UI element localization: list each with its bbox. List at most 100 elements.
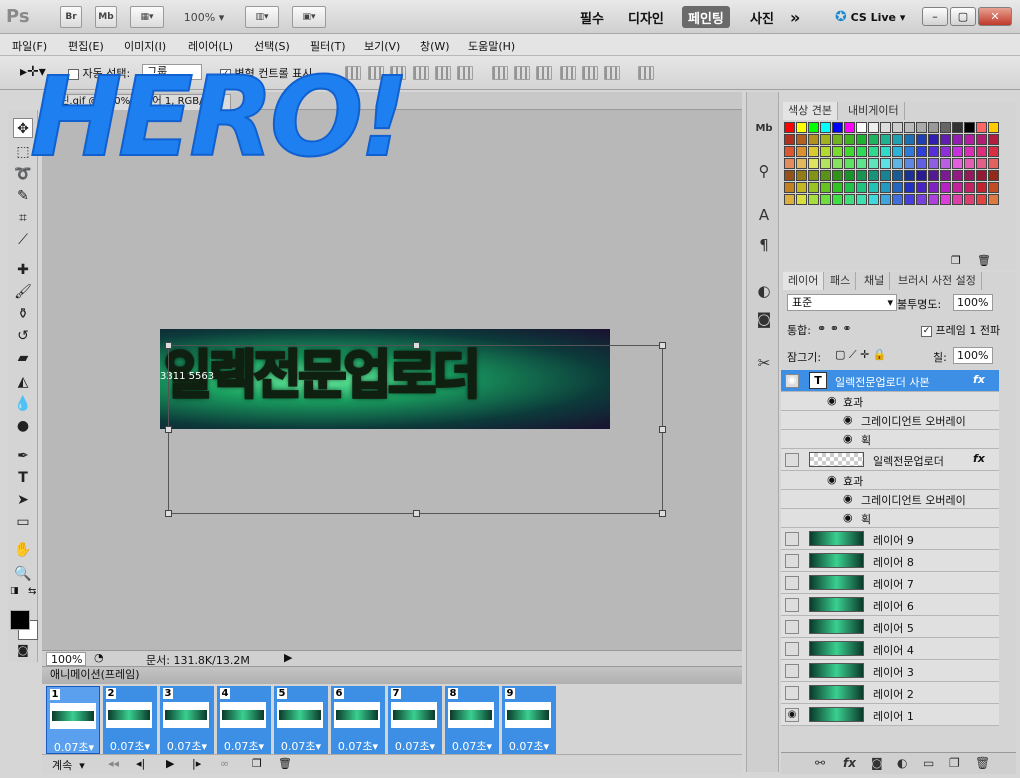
- swatch[interactable]: [868, 146, 879, 157]
- swatch[interactable]: [940, 134, 951, 145]
- swatch[interactable]: [904, 182, 915, 193]
- menu-filter[interactable]: 필터(T): [310, 38, 346, 54]
- swatch[interactable]: [796, 134, 807, 145]
- swatch[interactable]: [856, 182, 867, 193]
- swatch[interactable]: [964, 134, 975, 145]
- layer-style-icon[interactable]: fx: [843, 756, 856, 770]
- swatch[interactable]: [856, 194, 867, 205]
- propagate-frame-checkbox[interactable]: ✓ 프레임 1 전파: [921, 322, 1000, 338]
- swatch[interactable]: [952, 158, 963, 169]
- swatch[interactable]: [976, 134, 987, 145]
- crop-tool-icon[interactable]: ⌗: [13, 208, 33, 228]
- swatch[interactable]: [952, 122, 963, 133]
- distribute-hcenter-icon[interactable]: [582, 66, 598, 80]
- swatch[interactable]: [820, 122, 831, 133]
- swatch[interactable]: [856, 158, 867, 169]
- layer-row[interactable]: 레이어 6: [781, 594, 999, 616]
- menu-layer[interactable]: 레이어(L): [188, 38, 233, 54]
- effect-visibility-icon[interactable]: ◉: [843, 511, 853, 524]
- swatch[interactable]: [892, 122, 903, 133]
- swatch[interactable]: [820, 182, 831, 193]
- layer-fx-icon[interactable]: fx: [973, 373, 985, 386]
- swatch[interactable]: [868, 194, 879, 205]
- swatch[interactable]: [964, 170, 975, 181]
- swatch[interactable]: [940, 170, 951, 181]
- bridge-button[interactable]: Br: [60, 6, 82, 28]
- swatch[interactable]: [988, 146, 999, 157]
- distribute-top-icon[interactable]: [492, 66, 508, 80]
- swatch[interactable]: [952, 146, 963, 157]
- menu-file[interactable]: 파일(F): [12, 38, 47, 54]
- swatch[interactable]: [952, 194, 963, 205]
- screen-mode-button[interactable]: ▣▾: [292, 6, 326, 28]
- tab-swatches[interactable]: 색상 견본: [783, 102, 838, 120]
- swatch[interactable]: [988, 182, 999, 193]
- frame-delay[interactable]: 0.07초▾: [445, 738, 499, 754]
- menu-help[interactable]: 도움말(H): [468, 38, 515, 54]
- link-layers-icon[interactable]: ⚯: [815, 756, 825, 770]
- layer-row[interactable]: 레이어 2: [781, 682, 999, 704]
- effect-visibility-icon[interactable]: ◉: [843, 413, 853, 426]
- swatch[interactable]: [880, 122, 891, 133]
- swatch[interactable]: [844, 170, 855, 181]
- frame-delay[interactable]: 0.07초▾: [103, 738, 157, 754]
- swatch[interactable]: [928, 146, 939, 157]
- swatch[interactable]: [964, 194, 975, 205]
- maximize-button[interactable]: ▢: [950, 7, 976, 26]
- rectangle-tool-icon[interactable]: ▭: [13, 512, 33, 532]
- swatch[interactable]: [868, 182, 879, 193]
- swatch[interactable]: [976, 182, 987, 193]
- swatch[interactable]: [796, 146, 807, 157]
- swatch[interactable]: [868, 158, 879, 169]
- minimize-button[interactable]: –: [922, 7, 948, 26]
- swatch[interactable]: [952, 182, 963, 193]
- swatch[interactable]: [964, 158, 975, 169]
- swatch[interactable]: [808, 182, 819, 193]
- layer-effect-item[interactable]: 획 ◉: [781, 509, 999, 528]
- adjustment-layer-icon[interactable]: ◐: [897, 756, 907, 770]
- frame-delay[interactable]: 0.07초▾: [502, 738, 556, 754]
- view-extras-button[interactable]: ▦▾: [130, 6, 164, 28]
- visibility-eye-icon[interactable]: [785, 576, 799, 590]
- swatch[interactable]: [976, 194, 987, 205]
- animation-frame[interactable]: 4 0.07초▾: [217, 686, 271, 754]
- type-tool-icon[interactable]: T: [13, 468, 33, 488]
- first-frame-icon[interactable]: ◂◂: [108, 757, 119, 770]
- auto-align-layers-icon[interactable]: [638, 66, 654, 80]
- workspace-design[interactable]: 디자인: [628, 6, 664, 28]
- transform-handle[interactable]: [659, 426, 666, 433]
- swatch[interactable]: [976, 170, 987, 181]
- swatch[interactable]: [820, 146, 831, 157]
- swatch[interactable]: [868, 170, 879, 181]
- swatch[interactable]: [880, 146, 891, 157]
- blur-tool-icon[interactable]: 💧: [13, 394, 33, 414]
- swatch[interactable]: [928, 122, 939, 133]
- layer-effect-item[interactable]: 그레이디언트 오버레이 ◉: [781, 411, 999, 430]
- layer-row[interactable]: 레이어 4: [781, 638, 999, 660]
- foreground-color-swatch[interactable]: [10, 610, 30, 630]
- clone-stamp-tool-icon[interactable]: ⚱: [13, 304, 33, 324]
- visibility-eye-icon[interactable]: [785, 554, 799, 568]
- swatch[interactable]: [880, 194, 891, 205]
- new-swatch-icon[interactable]: ❐: [951, 254, 961, 267]
- layer-row[interactable]: 레이어 8: [781, 550, 999, 572]
- next-frame-icon[interactable]: |▸: [192, 757, 201, 770]
- swatch[interactable]: [796, 194, 807, 205]
- swatch[interactable]: [964, 182, 975, 193]
- swatch[interactable]: [868, 122, 879, 133]
- swatch[interactable]: [904, 194, 915, 205]
- tab-navigator[interactable]: 내비게이터: [843, 102, 905, 120]
- animation-frame[interactable]: 7 0.07초▾: [388, 686, 442, 754]
- character-icon[interactable]: A: [753, 204, 775, 226]
- pen-tool-icon[interactable]: ✒: [13, 446, 33, 466]
- close-button[interactable]: ✕: [978, 7, 1012, 26]
- swatch[interactable]: [940, 122, 951, 133]
- swatch[interactable]: [796, 122, 807, 133]
- swatch[interactable]: [880, 158, 891, 169]
- align-hcenter-icon[interactable]: [435, 66, 451, 80]
- frame-delay[interactable]: 0.07초▾: [274, 738, 328, 754]
- visibility-eye-icon[interactable]: ◉: [785, 374, 799, 388]
- play-icon[interactable]: ▶: [166, 757, 174, 770]
- history-brush-tool-icon[interactable]: ↺: [13, 326, 33, 346]
- layer-effects-row[interactable]: 효과 ◉: [781, 392, 999, 411]
